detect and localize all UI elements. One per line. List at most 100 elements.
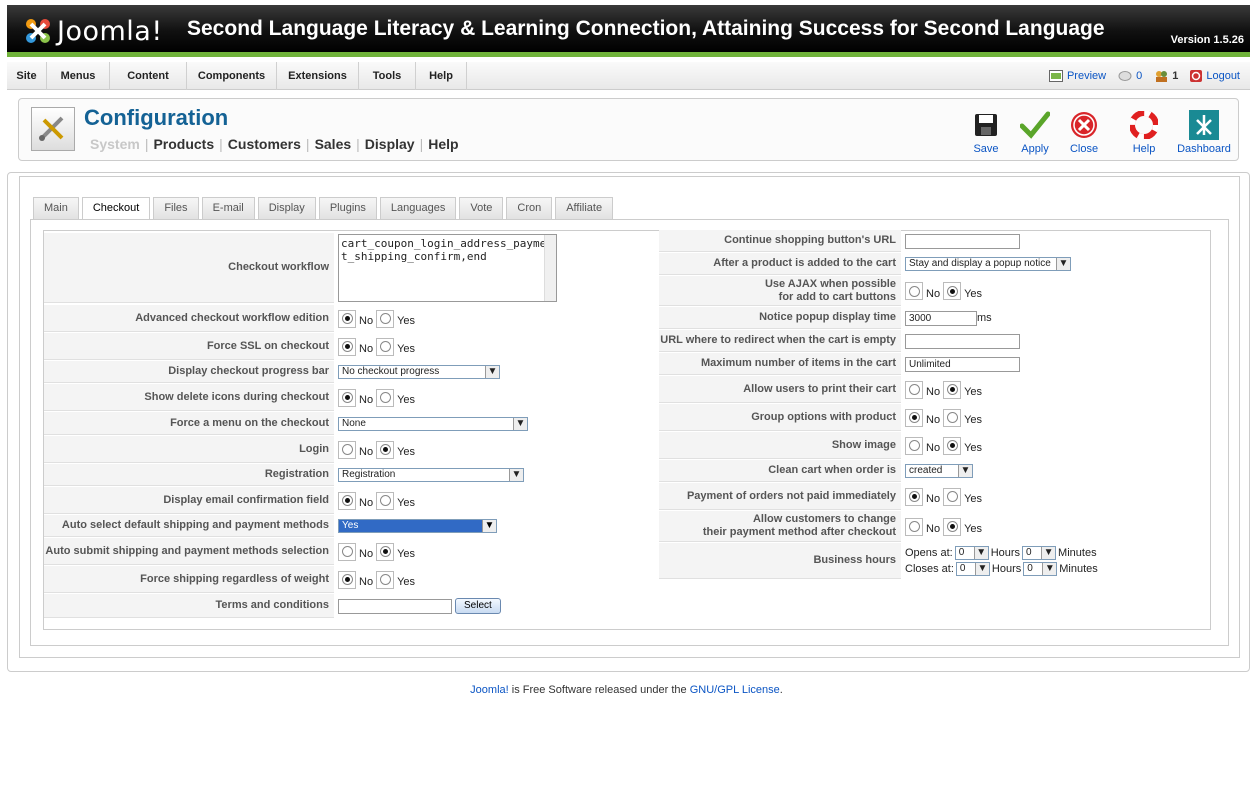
menu-site[interactable]: Site xyxy=(7,62,47,90)
close-button[interactable]: Close xyxy=(1060,109,1108,155)
login-yes-radio[interactable] xyxy=(376,440,395,459)
checkout-workflow-textarea[interactable]: cart_coupon_login_address_payment_shippi… xyxy=(338,234,557,302)
help-button[interactable]: Help xyxy=(1120,109,1168,155)
tab-cron[interactable]: Cron xyxy=(506,197,553,219)
continue-url-input[interactable] xyxy=(905,233,1020,249)
login-no-label: No xyxy=(359,446,374,458)
tab-affiliate[interactable]: Affiliate xyxy=(555,197,614,219)
row-auto-submit: Auto submit shipping and payment methods… xyxy=(44,538,418,565)
login-no-radio[interactable] xyxy=(338,440,356,459)
registration-select[interactable]: Registration ▼ xyxy=(338,468,524,482)
force-ssl-yes-radio[interactable] xyxy=(376,337,395,356)
ajax-no-radio[interactable] xyxy=(905,282,923,300)
max-items-input[interactable]: Unlimited xyxy=(905,356,1020,372)
tab-email[interactable]: E-mail xyxy=(201,197,255,219)
tab-files[interactable]: Files xyxy=(153,197,199,219)
submenu-customers[interactable]: Customers xyxy=(228,136,301,152)
payment-not-paid-options: No Yes xyxy=(901,483,985,510)
footer-period: . xyxy=(779,684,783,696)
group-options-yes-radio[interactable] xyxy=(943,408,962,427)
tab-checkout[interactable]: Checkout xyxy=(81,197,151,220)
terms-select-button[interactable]: Select xyxy=(455,598,501,614)
force-menu-select[interactable]: None ▼ xyxy=(338,416,528,431)
submenu-system[interactable]: System xyxy=(90,136,140,152)
show-image-yes-radio[interactable] xyxy=(943,436,962,455)
change-payment-no-radio[interactable] xyxy=(905,517,923,536)
progress-bar-select[interactable]: No checkout progress ▼ xyxy=(338,365,500,379)
change-payment-yes-radio[interactable] xyxy=(943,517,962,536)
email-confirm-no-radio[interactable] xyxy=(338,491,356,510)
close-minutes-select[interactable]: 0 ▼ xyxy=(1023,562,1058,576)
payment-not-paid-yes-radio[interactable] xyxy=(943,487,962,506)
print-cart-yes-radio[interactable] xyxy=(943,380,962,399)
menu-content[interactable]: Content xyxy=(110,62,187,90)
payment-not-paid-no-radio[interactable] xyxy=(905,487,923,506)
page-title: Configuration xyxy=(84,105,229,130)
progress-bar-label: Display checkout progress bar xyxy=(44,361,334,383)
advanced-workflow-no-radio[interactable] xyxy=(338,309,356,328)
menu-tools[interactable]: Tools xyxy=(359,62,416,90)
ajax-yes-radio[interactable] xyxy=(943,282,962,300)
print-cart-no-radio[interactable] xyxy=(905,380,923,399)
redirect-empty-input[interactable] xyxy=(905,333,1020,349)
force-shipping-yes-radio[interactable] xyxy=(376,570,395,589)
submenu-sales[interactable]: Sales xyxy=(315,136,352,152)
menu-menus[interactable]: Menus xyxy=(47,62,110,90)
open-hours-value: 0 xyxy=(958,547,965,558)
users-count: 1 xyxy=(1154,62,1178,90)
group-options-no-radio[interactable] xyxy=(905,408,923,427)
popup-time-input[interactable]: 3000 xyxy=(905,310,977,326)
tab-main[interactable]: Main xyxy=(33,197,79,219)
open-hours-select[interactable]: 0 ▼ xyxy=(954,546,989,560)
open-minutes-select[interactable]: 0 ▼ xyxy=(1022,546,1057,560)
tab-vote[interactable]: Vote xyxy=(459,197,504,219)
email-confirm-yes-radio[interactable] xyxy=(376,491,395,510)
menu-help[interactable]: Help xyxy=(416,62,467,90)
messages-icon xyxy=(1118,71,1132,81)
messages-count[interactable]: 0 xyxy=(1118,62,1142,90)
submenu-products[interactable]: Products xyxy=(153,136,214,152)
after-added-select[interactable]: Stay and display a popup notice ▼ xyxy=(905,257,1071,271)
auto-submit-no-radio[interactable] xyxy=(338,542,356,561)
force-shipping-no-radio[interactable] xyxy=(338,570,356,589)
gpl-license-link[interactable]: GNU/GPL License xyxy=(690,684,780,696)
force-ssl-no-radio[interactable] xyxy=(338,337,356,356)
email-confirm-label: Display email confirmation field xyxy=(44,487,334,514)
terms-input[interactable] xyxy=(338,598,452,614)
submenu-help[interactable]: Help xyxy=(428,136,458,152)
show-image-yes-label: Yes xyxy=(964,442,983,454)
dashboard-button[interactable]: Dashboard xyxy=(1174,109,1234,155)
chevron-down-icon: ▼ xyxy=(958,465,972,477)
email-confirm-yes-label: Yes xyxy=(397,497,416,509)
auto-submit-yes-radio[interactable] xyxy=(376,542,395,561)
apply-button[interactable]: Apply xyxy=(1011,109,1059,155)
messages-count-value: 0 xyxy=(1136,70,1143,82)
logout-link[interactable]: Logout xyxy=(1190,62,1240,90)
auto-select-select[interactable]: Yes ▼ xyxy=(338,519,497,533)
menu-components[interactable]: Components xyxy=(187,62,277,90)
menu-extensions[interactable]: Extensions xyxy=(277,62,359,90)
close-hours-select[interactable]: 0 ▼ xyxy=(955,562,990,576)
save-button[interactable]: Save xyxy=(962,109,1010,155)
tab-plugins[interactable]: Plugins xyxy=(318,197,377,219)
advanced-workflow-yes-radio[interactable] xyxy=(376,309,395,328)
textarea-scrollbar[interactable] xyxy=(544,235,556,301)
version-label: Version 1.5.26 xyxy=(1170,34,1244,46)
delete-icons-yes-radio[interactable] xyxy=(376,388,395,407)
row-progress-bar: Display checkout progress bar No checkou… xyxy=(44,361,500,383)
close-hours-unit: Hours xyxy=(991,563,1022,575)
tab-display[interactable]: Display xyxy=(257,197,316,219)
show-image-no-radio[interactable] xyxy=(905,436,923,455)
popup-time-cell: 3000 ms xyxy=(901,307,992,329)
row-force-shipping: Force shipping regardless of weight No Y… xyxy=(44,566,418,593)
clean-cart-select[interactable]: created ▼ xyxy=(905,464,973,478)
delete-icons-label: Show delete icons during checkout xyxy=(44,384,334,411)
toolbar-box: Configuration System | Products | Customers |… xyxy=(18,98,1239,161)
tab-languages[interactable]: Languages xyxy=(379,197,457,219)
submenu-display[interactable]: Display xyxy=(365,136,415,152)
joomla-link[interactable]: Joomla! xyxy=(470,684,509,696)
preview-link[interactable]: Preview xyxy=(1048,62,1107,90)
preview-label: Preview xyxy=(1066,70,1107,82)
delete-icons-no-radio[interactable] xyxy=(338,388,356,407)
progress-bar-value: No checkout progress xyxy=(342,366,440,377)
